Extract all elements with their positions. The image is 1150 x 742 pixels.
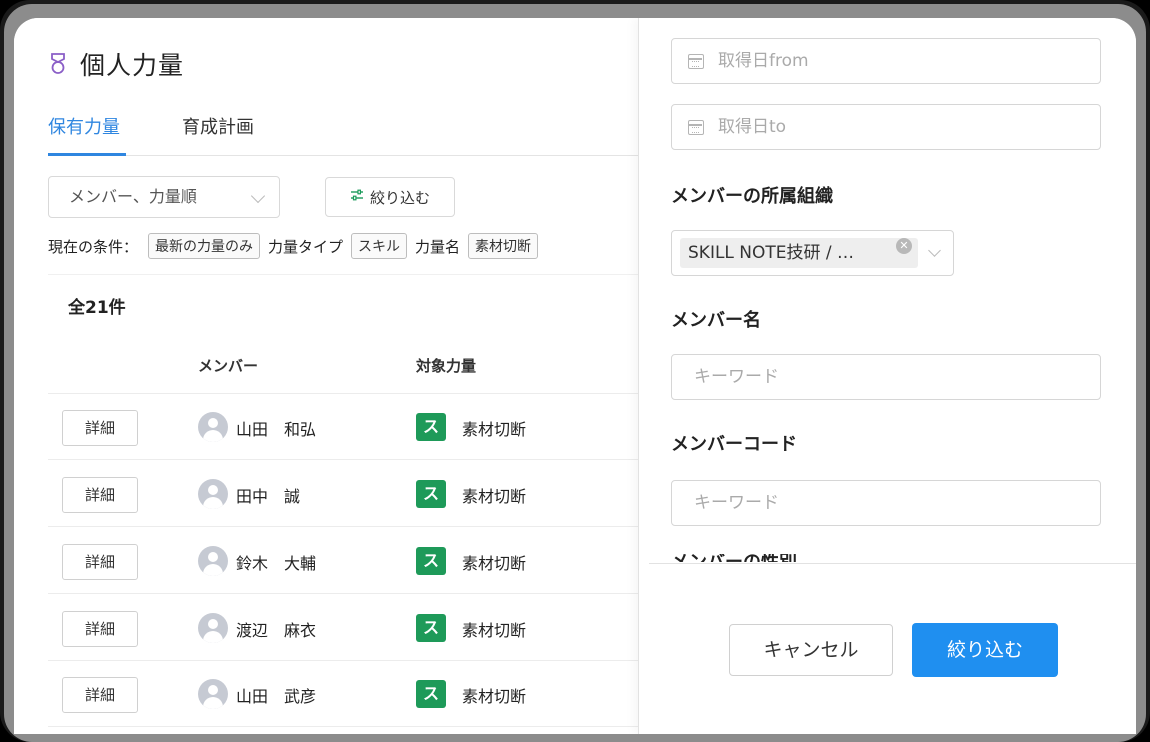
detail-button[interactable]: 詳細: [62, 477, 138, 513]
column-header-member: メンバー: [198, 357, 259, 375]
org-chip: SKILL NOTE技研 / …: [680, 238, 918, 268]
skill-type-badge: ス: [416, 547, 446, 575]
member-code-label: メンバーコード: [671, 434, 797, 455]
page-title: 個人力量: [80, 51, 185, 80]
skill-type-badge: ス: [416, 480, 446, 508]
sort-select[interactable]: メンバー、力量順: [48, 176, 280, 218]
main-panel: 個人力量 保有力量 育成計画 メンバー、力量順 絞り込む 現在の条件： 最新の力…: [14, 18, 638, 734]
skill-name: 素材切断: [462, 487, 527, 506]
condition-tag-type: スキル: [351, 233, 408, 259]
skill-type-badge: ス: [416, 614, 446, 642]
date-to-placeholder: 取得日to: [718, 117, 787, 137]
acquired-date-to-input[interactable]: 取得日to: [671, 104, 1101, 150]
avatar: [198, 546, 228, 576]
detail-button[interactable]: 詳細: [62, 410, 138, 446]
condition-tag-latest: 最新の力量のみ: [148, 233, 261, 259]
chevron-down-icon: [250, 188, 266, 204]
current-conditions: 現在の条件： 最新の力量のみ 力量タイプ スキル 力量名 素材切断: [48, 232, 546, 260]
apply-filter-button[interactable]: 絞り込む: [912, 623, 1058, 677]
drawer-footer: キャンセル 絞り込む: [649, 563, 1136, 734]
table-row: 詳細 渡辺 麻衣 ス 素材切断: [48, 595, 638, 661]
member-code-input[interactable]: キーワード: [671, 480, 1101, 526]
sort-select-value: メンバー、力量順: [69, 187, 197, 206]
sliders-icon: [350, 189, 364, 205]
member-list: 全21件 メンバー 対象力量 詳細 山田 和弘 ス 素材切断 詳細 田中 誠 ス…: [48, 274, 638, 734]
org-label: メンバーの所属組織: [671, 186, 833, 207]
filter-button[interactable]: 絞り込む: [325, 177, 455, 217]
condition-type-label: 力量タイプ: [268, 237, 344, 256]
member-name-input[interactable]: キーワード: [671, 354, 1101, 400]
detail-button[interactable]: 詳細: [62, 611, 138, 647]
page-header: 個人力量: [48, 48, 184, 80]
detail-button[interactable]: 詳細: [62, 544, 138, 580]
member-name: 山田 和弘: [236, 420, 317, 439]
device-frame: 個人力量 保有力量 育成計画 メンバー、力量順 絞り込む 現在の条件： 最新の力…: [0, 0, 1150, 742]
table-row: 詳細 山田 武彦 ス 素材切断: [48, 661, 638, 727]
avatar: [198, 613, 228, 643]
conditions-prefix: 現在の条件：: [48, 237, 139, 256]
close-icon[interactable]: ✕: [896, 238, 912, 254]
cancel-button[interactable]: キャンセル: [729, 624, 893, 676]
member-name-label: メンバー名: [671, 310, 761, 331]
skill-name: 素材切断: [462, 554, 527, 573]
skill-name: 素材切断: [462, 621, 527, 640]
member-code-placeholder: キーワード: [694, 493, 779, 513]
chevron-down-icon: [928, 244, 941, 257]
medal-icon: [48, 52, 68, 76]
avatar: [198, 479, 228, 509]
filter-drawer: 取得日from 取得日to メンバーの所属組織 SKILL NOTE技研 / ……: [638, 18, 1136, 734]
avatar: [198, 412, 228, 442]
acquired-date-from-input[interactable]: 取得日from: [671, 38, 1101, 84]
result-count: 全21件: [68, 298, 126, 318]
table-row: 詳細 山田 和弘 ス 素材切断: [48, 394, 638, 460]
condition-name-label: 力量名: [415, 237, 461, 256]
member-name: 田中 誠: [236, 487, 301, 506]
table-row: 詳細 田中 誠 ス 素材切断: [48, 461, 638, 527]
date-from-placeholder: 取得日from: [718, 51, 809, 71]
app-screen: 個人力量 保有力量 育成計画 メンバー、力量順 絞り込む 現在の条件： 最新の力…: [14, 18, 1136, 734]
org-select[interactable]: SKILL NOTE技研 / … ✕: [671, 230, 954, 276]
calendar-icon: [688, 120, 704, 135]
member-name-placeholder: キーワード: [694, 367, 779, 387]
calendar-icon: [688, 54, 704, 69]
member-name: 渡辺 麻衣: [236, 621, 317, 640]
skill-type-badge: ス: [416, 413, 446, 441]
tab-owned-skills[interactable]: 保有力量: [48, 114, 126, 156]
filter-button-label: 絞り込む: [369, 188, 430, 207]
member-name: 鈴木 大輔: [236, 554, 317, 573]
avatar: [198, 679, 228, 709]
tab-bar: 保有力量 育成計画: [48, 114, 638, 156]
org-chip-label: SKILL NOTE技研 / …: [688, 243, 855, 263]
column-header-target-skill: 対象力量: [416, 357, 477, 375]
condition-tag-name: 素材切断: [468, 233, 539, 259]
skill-name: 素材切断: [462, 420, 527, 439]
member-name: 山田 武彦: [236, 687, 317, 706]
skill-name: 素材切断: [462, 687, 527, 706]
detail-button[interactable]: 詳細: [62, 677, 138, 713]
tab-training-plan[interactable]: 育成計画: [182, 114, 262, 156]
gender-label-partial: メンバーの性別: [671, 554, 871, 562]
gender-label: メンバーの性別: [671, 554, 871, 562]
table-row: 詳細 鈴木 大輔 ス 素材切断: [48, 528, 638, 594]
skill-type-badge: ス: [416, 680, 446, 708]
